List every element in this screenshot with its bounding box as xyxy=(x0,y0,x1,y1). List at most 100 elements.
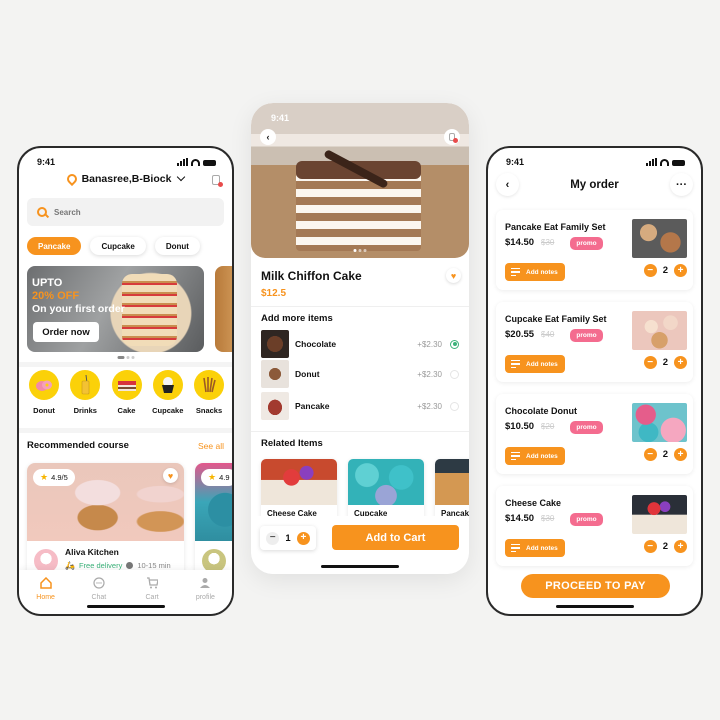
add-notes-button[interactable]: Add notes xyxy=(505,263,565,281)
add-notes-button[interactable]: Add notes xyxy=(505,355,565,373)
order-item-price: $14.50 xyxy=(505,237,535,248)
favorite-heart-icon[interactable]: ♥ xyxy=(163,468,178,483)
battery-icon xyxy=(672,160,685,166)
cupcake-image xyxy=(348,459,424,505)
product-image: 9:41 ‹ xyxy=(251,103,469,258)
home-indicator xyxy=(86,605,165,608)
quantity-value: 2 xyxy=(662,357,668,368)
chip-donut[interactable]: Donut xyxy=(154,237,200,255)
increase-quantity-button[interactable]: + xyxy=(674,264,687,277)
shopping-bag-icon xyxy=(449,133,458,143)
related-item-card[interactable]: Cupcake xyxy=(348,459,424,521)
cheese-cake-thumbnail xyxy=(632,495,687,534)
quantity-value: 2 xyxy=(662,541,668,552)
chip-pancake[interactable]: Pancake xyxy=(27,237,82,255)
category-chips: Pancake Cupcake Donut xyxy=(27,237,200,255)
favorite-heart-icon[interactable]: ♥ xyxy=(446,268,461,283)
star-icon: ★ xyxy=(40,472,49,482)
increase-quantity-button[interactable]: + xyxy=(674,356,687,369)
order-item: Cupcake Eat Family Set $20.55 $40 promo … xyxy=(496,302,693,382)
shopping-bag-button[interactable] xyxy=(444,129,460,145)
decrease-quantity-button[interactable]: − xyxy=(643,356,657,369)
order-item-name: Cupcake Eat Family Set xyxy=(505,314,607,324)
donut-thumbnail xyxy=(261,360,289,388)
decrease-quantity-button[interactable]: − xyxy=(643,448,657,461)
proceed-to-pay-button[interactable]: PROCEED TO PAY xyxy=(521,574,670,598)
wifi-icon xyxy=(191,159,200,166)
see-all-link[interactable]: See all xyxy=(198,441,224,451)
addon-price: +$2.30 xyxy=(417,369,442,379)
order-item-name: Chocolate Donut xyxy=(505,406,577,416)
addon-item[interactable]: Chocolate +$2.30 xyxy=(261,330,459,358)
increase-quantity-button[interactable]: + xyxy=(674,448,687,461)
profile-icon xyxy=(199,577,211,589)
related-item-card[interactable]: Pancake xyxy=(435,459,469,521)
banner-line3: On your first order xyxy=(32,303,125,315)
addon-name: Pancake xyxy=(295,401,330,411)
increase-quantity-button[interactable]: + xyxy=(296,531,310,545)
search-icon xyxy=(37,207,47,217)
banner-discount: 20% OFF xyxy=(32,290,80,302)
rating-badge: ★ 4.9 xyxy=(201,469,232,486)
addon-item[interactable]: Donut +$2.30 xyxy=(261,360,459,388)
back-button[interactable]: ‹ xyxy=(260,129,276,145)
home-indicator xyxy=(555,605,634,608)
battery-icon xyxy=(203,160,216,166)
promo-banner-next[interactable] xyxy=(215,266,232,352)
status-time: 9:41 xyxy=(37,157,56,167)
add-more-title: Add more items xyxy=(261,313,333,324)
tab-profile[interactable]: profile xyxy=(185,577,225,614)
category-cake[interactable]: Cake xyxy=(108,370,146,415)
addon-radio[interactable] xyxy=(450,401,459,411)
quantity-stepper: − 1 + xyxy=(260,526,316,550)
clock-icon xyxy=(126,562,134,569)
rating-value: 4.9/5 xyxy=(51,473,68,482)
add-notes-button[interactable]: Add notes xyxy=(505,539,565,557)
category-label: Donut xyxy=(33,406,55,415)
increase-quantity-button[interactable]: + xyxy=(674,540,687,553)
status-time: 9:41 xyxy=(271,113,290,123)
tab-home[interactable]: Home xyxy=(26,577,66,614)
banner-line1: UPTO xyxy=(32,277,63,289)
search-input[interactable]: Search xyxy=(27,198,224,226)
order-item: Cheese Cake $14.50 $30 promo Add notes −… xyxy=(496,486,693,566)
add-notes-button[interactable]: Add notes xyxy=(505,447,565,465)
tab-chat[interactable]: Chat xyxy=(79,577,119,614)
order-now-button[interactable]: Order now xyxy=(33,322,99,342)
add-to-cart-button[interactable]: Add to Cart xyxy=(332,525,459,550)
category-donut[interactable]: Donut xyxy=(25,370,63,415)
signal-icon xyxy=(646,158,657,166)
more-options-button[interactable]: ··· xyxy=(670,173,693,196)
category-cupcake[interactable]: Cupcake xyxy=(149,370,187,415)
status-bar: 9:41 xyxy=(488,156,701,168)
category-snacks[interactable]: Snacks xyxy=(190,370,228,415)
chip-cupcake[interactable]: Cupcake xyxy=(90,237,146,255)
category-list: Donut Drinks Cake Cupcake Snacks xyxy=(25,370,228,415)
wifi-icon xyxy=(660,159,669,166)
decrease-quantity-button[interactable]: − xyxy=(643,540,657,553)
order-item-old-price: $20 xyxy=(541,422,555,431)
tab-cart[interactable]: Cart xyxy=(132,577,172,614)
product-title: Milk Chiffon Cake xyxy=(261,269,362,283)
product-detail-screen: 9:41 ‹ Milk Chiffon Cake $12.5 ♥ Add mor… xyxy=(251,103,469,574)
shopping-bag-icon[interactable] xyxy=(212,175,223,187)
drink-icon xyxy=(70,370,101,400)
addon-radio[interactable] xyxy=(450,339,459,349)
decrease-quantity-button[interactable]: − xyxy=(266,531,280,545)
promo-badge: promo xyxy=(570,329,603,342)
category-drinks[interactable]: Drinks xyxy=(66,370,104,415)
chevron-down-icon xyxy=(177,172,186,182)
addon-item[interactable]: Pancake +$2.30 xyxy=(261,392,459,420)
section-divider xyxy=(19,362,232,367)
location-selector[interactable]: Banasree,B-Biock xyxy=(19,171,232,187)
related-item-card[interactable]: Cheese Cake xyxy=(261,459,337,521)
decrease-quantity-button[interactable]: − xyxy=(643,264,657,277)
delivery-info: Free delivery xyxy=(78,561,123,570)
addon-radio[interactable] xyxy=(450,369,459,379)
addon-price: +$2.30 xyxy=(417,401,442,411)
restaurant-name: Aliva Kitchen xyxy=(65,547,119,557)
status-bar: 9:41 xyxy=(19,156,232,168)
promo-banner[interactable]: UPTO 20% OFF On your first order Order n… xyxy=(27,266,204,352)
image-pagination xyxy=(353,249,367,252)
home-indicator xyxy=(321,565,399,568)
